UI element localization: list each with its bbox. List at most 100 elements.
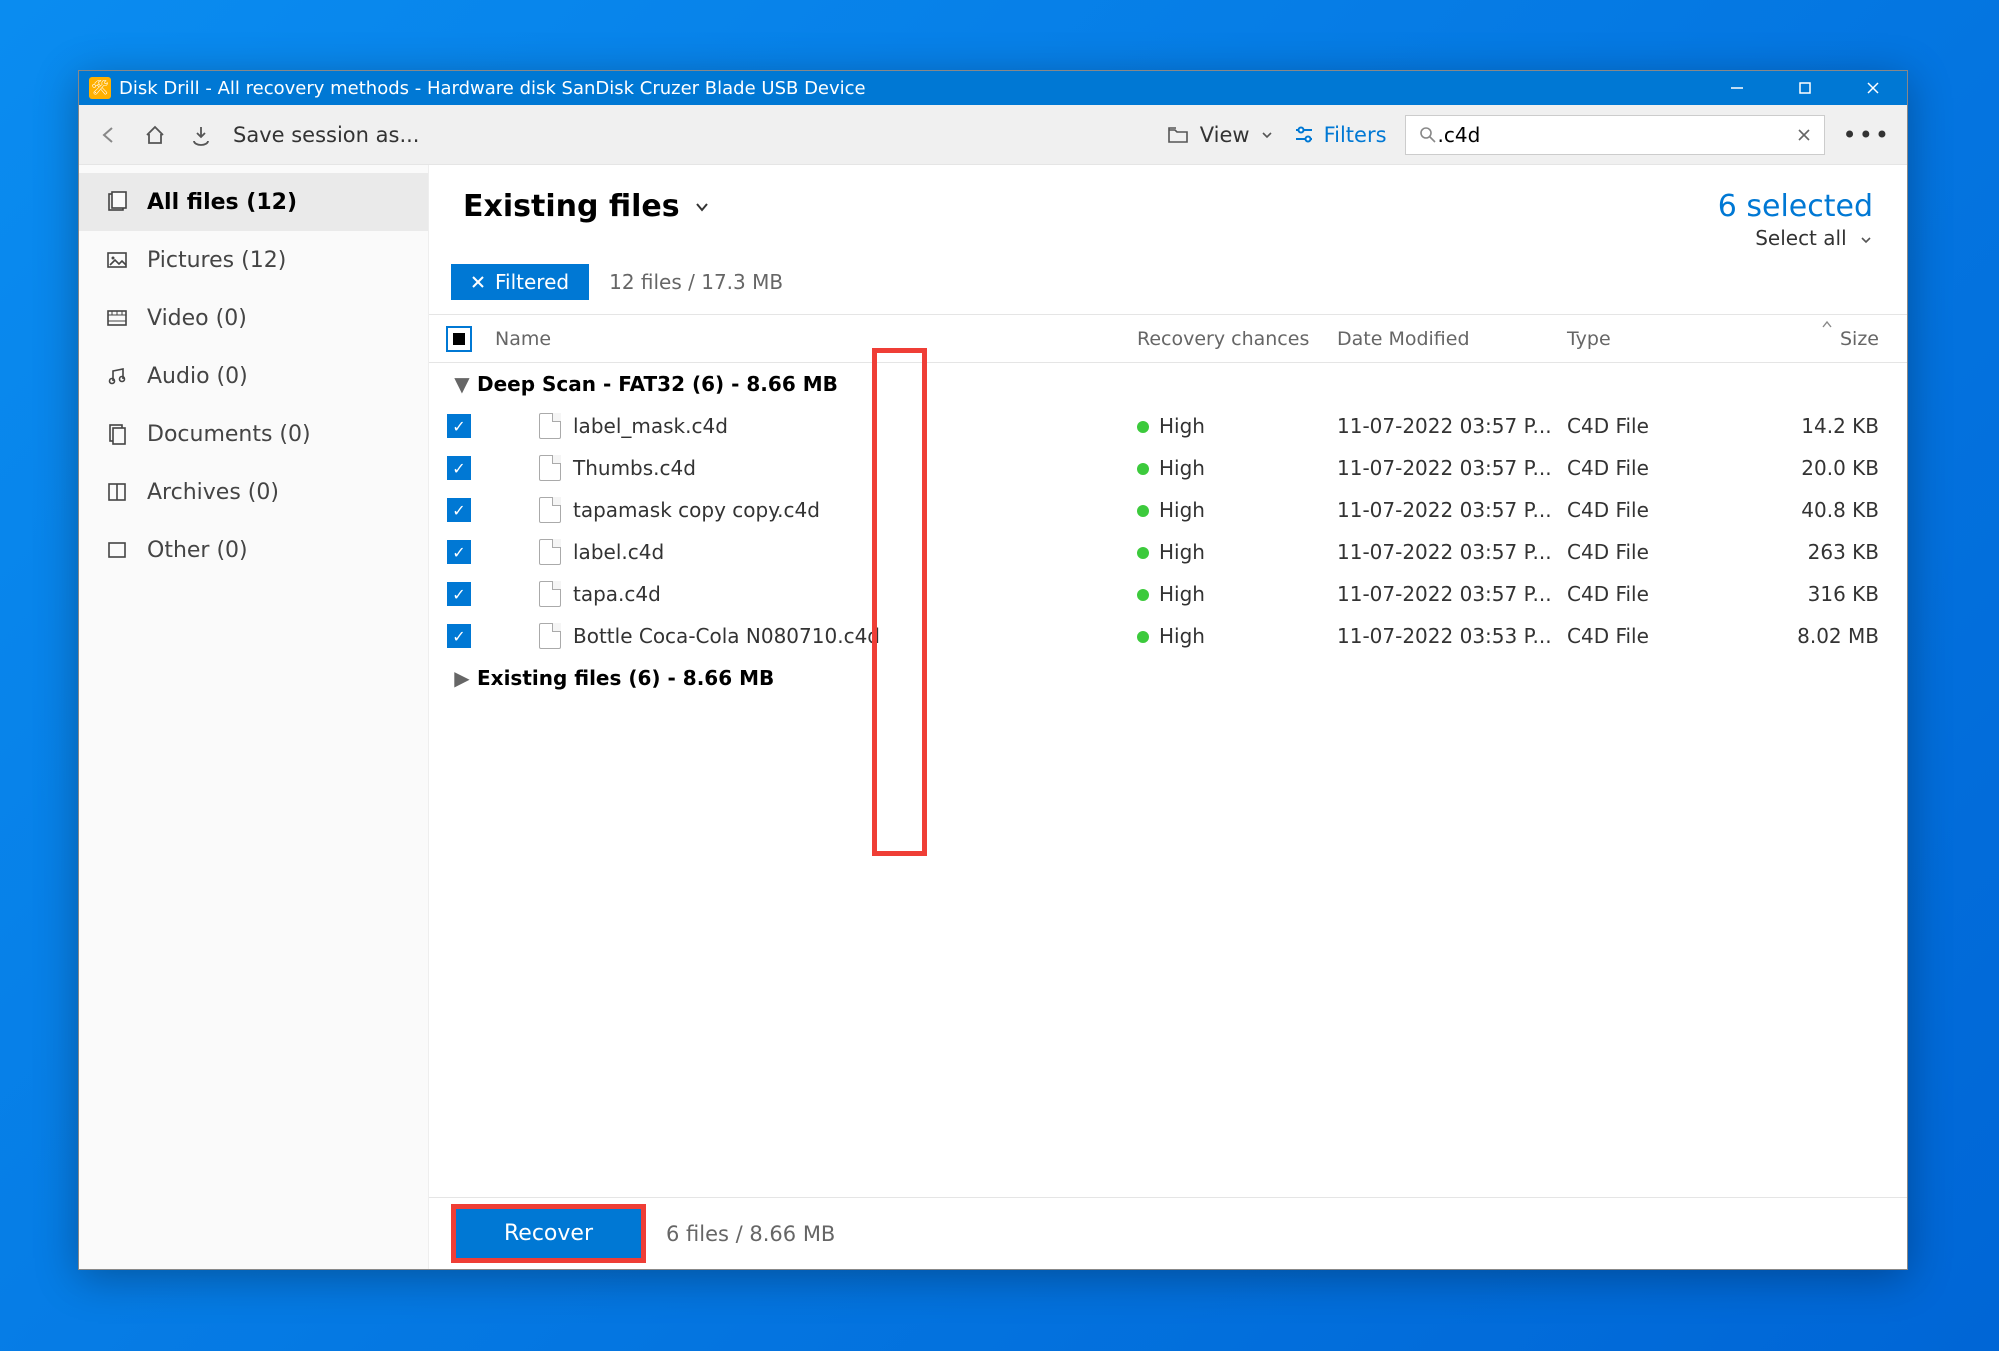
titlebar: 🛠 Disk Drill - All recovery methods - Ha… (79, 71, 1907, 105)
table-row[interactable]: ✓tapamask copy copy.c4dHigh11-07-2022 03… (429, 489, 1907, 531)
column-date-modified[interactable]: Date Modified (1337, 328, 1567, 350)
file-name: label.c4d (573, 540, 664, 564)
file-size: 263 KB (1747, 540, 1907, 564)
table-row[interactable]: ✓label_mask.c4dHigh11-07-2022 03:57 P...… (429, 405, 1907, 447)
search-input[interactable] (1438, 123, 1796, 147)
column-name[interactable]: Name (489, 328, 1137, 350)
row-checkbox[interactable]: ✓ (447, 624, 471, 648)
maximize-icon (1798, 81, 1812, 95)
filters-button[interactable]: Filters (1292, 123, 1387, 147)
file-icon (539, 497, 561, 523)
sort-asc-icon (1822, 320, 1832, 328)
save-session-label[interactable]: Save session as... (233, 123, 419, 147)
main-panel: Existing files 6 selected Select all Fil… (429, 165, 1907, 1269)
group-label: Deep Scan - FAT32 (6) - 8.66 MB (477, 372, 838, 396)
recovery-chance: High (1159, 456, 1205, 480)
date-modified: 11-07-2022 03:57 P... (1337, 414, 1567, 438)
recover-button[interactable]: Recover (451, 1204, 646, 1263)
table-row[interactable]: ✓Bottle Coca-Cola N080710.c4dHigh11-07-2… (429, 615, 1907, 657)
file-type: C4D File (1567, 582, 1747, 606)
file-icon (539, 539, 561, 565)
file-name: Thumbs.c4d (573, 456, 696, 480)
chevron-down-icon (1859, 233, 1873, 247)
file-size: 316 KB (1747, 582, 1907, 606)
recovery-chance: High (1159, 582, 1205, 606)
sidebar-item-label: Video (0) (147, 306, 247, 331)
video-icon (105, 306, 129, 330)
file-name: tapamask copy copy.c4d (573, 498, 820, 522)
minimize-icon (1730, 81, 1744, 95)
folder-icon (1166, 123, 1190, 147)
back-arrow-icon (97, 123, 121, 147)
caret-down-icon: ▼ (447, 372, 477, 396)
other-icon (105, 538, 129, 562)
selected-count: 6 selected (1718, 189, 1873, 224)
filter-summary: 12 files / 17.3 MB (609, 270, 783, 294)
sidebar: All files (12) Pictures (12) Video (0) A… (79, 165, 429, 1269)
row-checkbox[interactable]: ✓ (447, 540, 471, 564)
column-size[interactable]: Size (1747, 328, 1907, 350)
file-type: C4D File (1567, 624, 1747, 648)
date-modified: 11-07-2022 03:57 P... (1337, 456, 1567, 480)
row-checkbox[interactable]: ✓ (447, 456, 471, 480)
table-row[interactable]: ✓label.c4dHigh11-07-2022 03:57 P...C4D F… (429, 531, 1907, 573)
archives-icon (105, 480, 129, 504)
group-existing-files[interactable]: ▶ Existing files (6) - 8.66 MB (429, 657, 1907, 699)
group-deep-scan[interactable]: ▼ Deep Scan - FAT32 (6) - 8.66 MB (429, 363, 1907, 405)
file-type: C4D File (1567, 498, 1747, 522)
select-all-dropdown[interactable]: Select all (1718, 226, 1873, 250)
row-checkbox[interactable]: ✓ (447, 582, 471, 606)
row-checkbox[interactable]: ✓ (447, 414, 471, 438)
page-title-dropdown[interactable]: Existing files (463, 189, 712, 224)
recovery-chance: High (1159, 540, 1205, 564)
search-box[interactable] (1405, 115, 1825, 155)
sidebar-item-label: Pictures (12) (147, 248, 286, 273)
app-window: 🛠 Disk Drill - All recovery methods - Ha… (78, 70, 1908, 1270)
sidebar-item-archives[interactable]: Archives (0) (79, 463, 428, 521)
close-icon (1866, 81, 1880, 95)
clear-search-icon[interactable] (1796, 127, 1812, 143)
sidebar-item-other[interactable]: Other (0) (79, 521, 428, 579)
maximize-button[interactable] (1771, 71, 1839, 105)
status-dot-icon (1137, 589, 1149, 601)
search-icon (1418, 125, 1438, 145)
group-label: Existing files (6) - 8.66 MB (477, 666, 774, 690)
more-menu[interactable]: ••• (1843, 121, 1891, 149)
table-row[interactable]: ✓Thumbs.c4dHigh11-07-2022 03:57 P...C4D … (429, 447, 1907, 489)
row-checkbox[interactable]: ✓ (447, 498, 471, 522)
filtered-chip[interactable]: Filtered (451, 264, 589, 300)
sidebar-item-documents[interactable]: Documents (0) (79, 405, 428, 463)
sidebar-item-all-files[interactable]: All files (12) (79, 173, 428, 231)
sidebar-item-video[interactable]: Video (0) (79, 289, 428, 347)
master-checkbox[interactable] (446, 326, 472, 352)
view-dropdown[interactable]: View (1166, 123, 1274, 147)
files-icon (105, 190, 129, 214)
page-title: Existing files (463, 189, 680, 224)
minimize-button[interactable] (1703, 71, 1771, 105)
back-button[interactable] (95, 121, 123, 149)
date-modified: 11-07-2022 03:57 P... (1337, 582, 1567, 606)
column-type[interactable]: Type (1567, 328, 1747, 350)
sidebar-item-label: Documents (0) (147, 422, 311, 447)
sidebar-item-pictures[interactable]: Pictures (12) (79, 231, 428, 289)
status-dot-icon (1137, 421, 1149, 433)
column-recovery-chances[interactable]: Recovery chances (1137, 328, 1337, 350)
footer-summary: 6 files / 8.66 MB (666, 1222, 835, 1246)
date-modified: 11-07-2022 03:57 P... (1337, 540, 1567, 564)
file-icon (539, 455, 561, 481)
table-header: Name Recovery chances Date Modified Type… (429, 315, 1907, 363)
save-button[interactable] (187, 121, 215, 149)
file-name: Bottle Coca-Cola N080710.c4d (573, 624, 880, 648)
home-button[interactable] (141, 121, 169, 149)
table-row[interactable]: ✓tapa.c4dHigh11-07-2022 03:57 P...C4D Fi… (429, 573, 1907, 615)
file-icon (539, 623, 561, 649)
filtered-label: Filtered (495, 270, 569, 294)
close-button[interactable] (1839, 71, 1907, 105)
file-type: C4D File (1567, 414, 1747, 438)
sidebar-item-audio[interactable]: Audio (0) (79, 347, 428, 405)
sidebar-item-label: Other (0) (147, 538, 248, 563)
sidebar-item-label: All files (12) (147, 190, 297, 215)
sidebar-item-label: Archives (0) (147, 480, 279, 505)
file-table: Name Recovery chances Date Modified Type… (429, 314, 1907, 1197)
file-size: 14.2 KB (1747, 414, 1907, 438)
